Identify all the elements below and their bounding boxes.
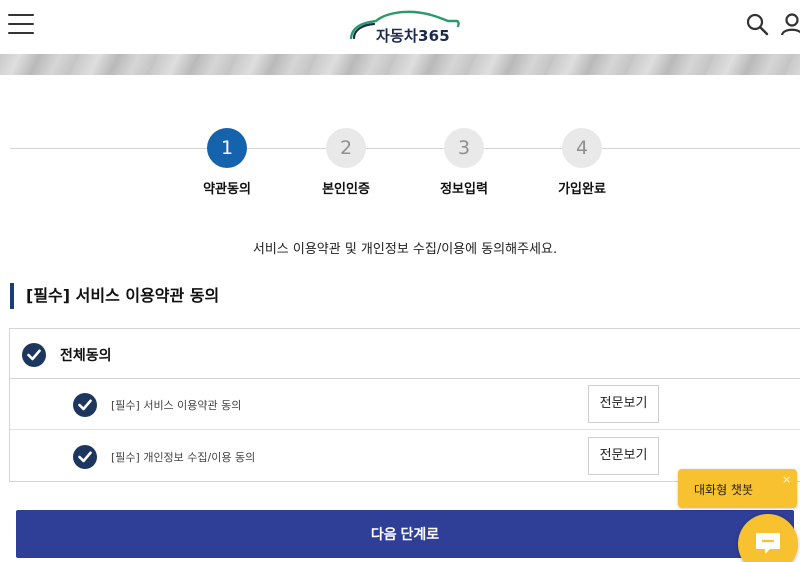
step-1: 1 약관동의 [177, 128, 277, 197]
terms-checkbox[interactable] [73, 393, 97, 417]
step-number: 3 [444, 128, 484, 168]
step-number: 4 [562, 128, 602, 168]
checkmark-icon [27, 349, 41, 361]
privacy-checkbox[interactable] [73, 445, 97, 469]
chat-icon [756, 533, 780, 554]
step-number: 2 [326, 128, 366, 168]
step-label: 본인인증 [322, 182, 370, 197]
step-label: 정보입력 [440, 182, 488, 197]
agree-all-checkbox[interactable] [22, 343, 46, 367]
agreement-box: 전체동의 [필수] 서비스 이용약관 동의 전문보기 [필수] 개인정보 수집/… [9, 328, 800, 482]
agree-all-row[interactable]: 전체동의 [10, 329, 800, 379]
site-logo[interactable]: 자동차365 [348, 8, 460, 46]
section-title: [필수] 서비스 이용약관 동의 [10, 283, 219, 309]
search-icon[interactable] [745, 12, 769, 36]
header-banner [0, 54, 800, 75]
agree-all-label: 전체동의 [60, 348, 112, 364]
hamburger-menu-icon[interactable] [8, 14, 34, 34]
chatbot-close-icon[interactable]: × [782, 473, 791, 486]
step-progress-line [10, 148, 800, 149]
terms-label: [필수] 서비스 이용약관 동의 [111, 399, 242, 412]
logo-text: 자동차365 [376, 27, 450, 45]
step-label: 약관동의 [203, 182, 251, 197]
checkmark-icon [78, 451, 92, 463]
step-3: 3 정보입력 [414, 128, 514, 197]
user-icon[interactable] [780, 12, 800, 36]
step-4: 4 가입완료 [532, 128, 632, 197]
chatbot-label: 대화형 챗봇 [694, 483, 754, 497]
top-header: 자동차365 [0, 0, 800, 54]
step-number: 1 [207, 128, 247, 168]
guide-text: 서비스 이용약관 및 개인정보 수집/이용에 동의해주세요. [252, 242, 558, 257]
chatbot-bubble[interactable]: 대화형 챗봇 × [678, 469, 797, 508]
next-step-button[interactable]: 다음 단계로 [16, 510, 794, 558]
checkmark-icon [78, 399, 92, 411]
view-privacy-button[interactable]: 전문보기 [588, 437, 659, 475]
agreement-row-terms: [필수] 서비스 이용약관 동의 전문보기 [10, 379, 800, 430]
step-label: 가입완료 [558, 182, 606, 197]
step-2: 2 본인인증 [296, 128, 396, 197]
view-terms-button[interactable]: 전문보기 [588, 385, 659, 423]
privacy-label: [필수] 개인정보 수집/이용 동의 [111, 451, 256, 464]
